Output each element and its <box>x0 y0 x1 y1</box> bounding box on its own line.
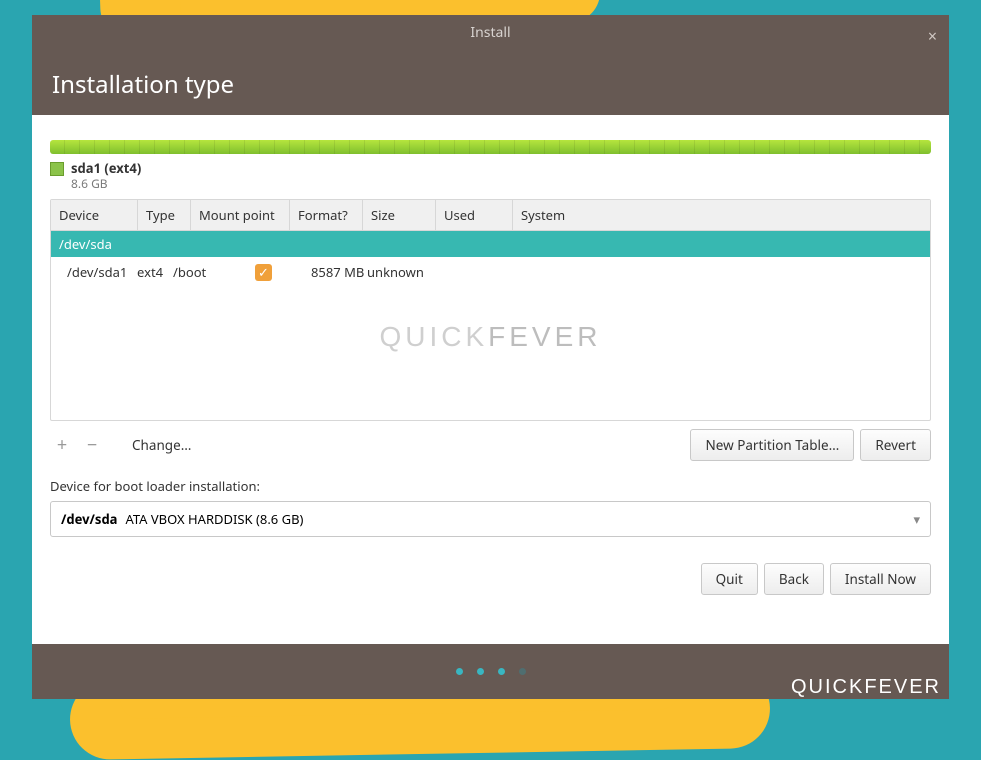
partition-legend: sda1 (ext4) 8.6 GB <box>50 160 931 191</box>
change-partition-button[interactable]: Change… <box>132 430 205 460</box>
add-partition-button[interactable]: + <box>50 433 74 457</box>
brand-watermark: QUICKFEVER <box>791 676 941 699</box>
th-size[interactable]: Size <box>363 200 436 230</box>
close-icon[interactable]: × <box>928 25 937 47</box>
quit-button[interactable]: Quit <box>701 563 758 595</box>
th-used[interactable]: Used <box>436 200 513 230</box>
partition-table: Device Type Mount point Format? Size Use… <box>50 199 931 421</box>
cell-mount: /boot <box>173 263 255 281</box>
th-system[interactable]: System <box>513 200 930 230</box>
install-now-button[interactable]: Install Now <box>830 563 931 595</box>
installer-dialog: Install × Installation type sda1 (ext4) … <box>32 15 949 699</box>
th-type[interactable]: Type <box>138 200 191 230</box>
dialog-titlebar: Install × Installation type <box>32 15 949 115</box>
dock-indicator[interactable] <box>477 668 484 675</box>
cell-size: 8587 MB <box>311 263 367 281</box>
partition-bar[interactable] <box>50 140 931 154</box>
table-group-row[interactable]: /dev/sda <box>51 231 930 257</box>
th-device[interactable]: Device <box>51 200 138 230</box>
back-button[interactable]: Back <box>764 563 824 595</box>
watermark: QUICKFEVER <box>51 321 930 353</box>
th-format[interactable]: Format? <box>290 200 363 230</box>
window-title: Install <box>32 15 949 42</box>
cell-type: ext4 <box>137 263 173 281</box>
format-checkbox[interactable]: ✓ <box>255 264 272 281</box>
page-title: Installation type <box>52 68 234 101</box>
dock-indicator[interactable] <box>519 668 526 675</box>
bootloader-device-dropdown[interactable]: /dev/sda ATA VBOX HARDDISK (8.6 GB) ▾ <box>50 501 931 537</box>
remove-partition-button[interactable]: − <box>80 433 104 457</box>
bootloader-device: /dev/sda <box>61 510 117 528</box>
bootloader-label: Device for boot loader installation: <box>50 477 931 495</box>
cell-used: unknown <box>367 263 427 281</box>
dock-indicator[interactable] <box>498 668 505 675</box>
table-row[interactable]: /dev/sda1 ext4 /boot ✓ 8587 MB unknown <box>51 257 930 287</box>
cell-device: /dev/sda1 <box>59 263 137 281</box>
dock-indicator[interactable] <box>456 668 463 675</box>
new-partition-table-button[interactable]: New Partition Table… <box>690 429 854 461</box>
revert-button[interactable]: Revert <box>860 429 931 461</box>
legend-size: 8.6 GB <box>71 176 141 191</box>
th-mount[interactable]: Mount point <box>191 200 290 230</box>
chevron-down-icon: ▾ <box>913 510 920 528</box>
cell-format: ✓ <box>255 263 311 281</box>
legend-title: sda1 (ext4) <box>71 160 141 176</box>
legend-swatch-icon <box>50 162 64 176</box>
bootloader-desc: ATA VBOX HARDDISK (8.6 GB) <box>125 510 303 528</box>
